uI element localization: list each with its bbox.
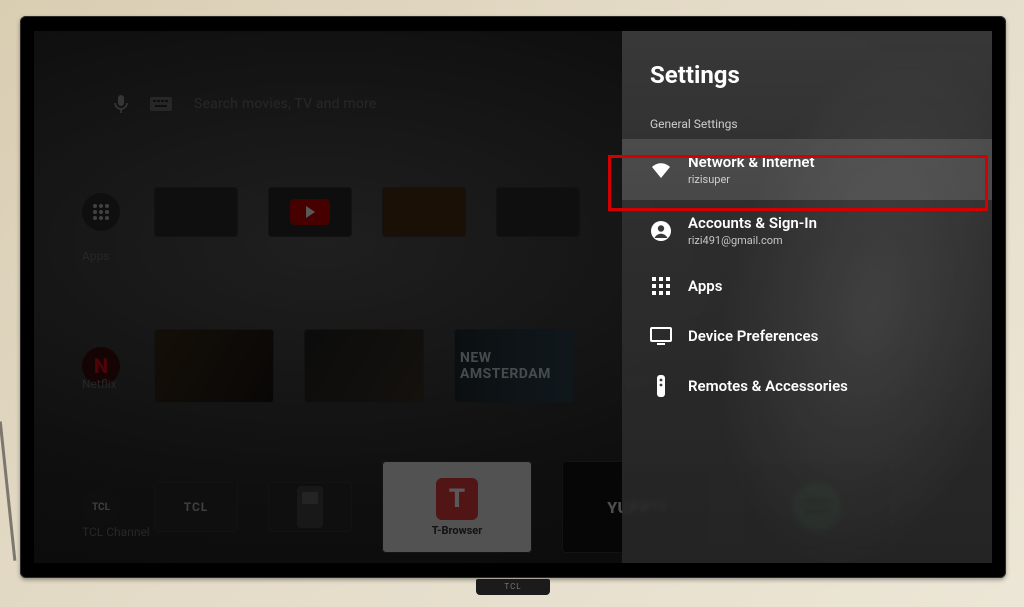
tv-screen: Search movies, TV and more YouTube Apps … [34,31,992,563]
home-row-netflix: NEW AMSTERDAM [82,329,574,403]
wifi-icon [650,159,672,181]
settings-item-apps[interactable]: Apps [622,261,992,311]
app-tile-phone[interactable] [268,482,352,532]
settings-title: Settings [622,61,992,107]
app-tile-generic-3[interactable] [496,187,580,237]
tbrowser-mark: T [436,478,478,520]
settings-item-label: Remotes & Accessories [688,377,848,395]
settings-item-sub: rizisuper [688,173,815,186]
app-tile-tbrowser[interactable]: T T-Browser [382,461,532,553]
app-tile-generic-1[interactable] [154,187,238,237]
settings-item-accounts[interactable]: Accounts & Sign-In rizi491@gmail.com [622,200,992,261]
tcl-tile-label: TCL [184,500,209,514]
keyboard-icon[interactable] [150,97,172,111]
app-tile-youtube[interactable]: YouTube [268,187,352,237]
tbrowser-label: T-Browser [432,524,483,537]
app-tile-tcl[interactable]: TCL [154,482,238,532]
account-icon [650,220,672,242]
youtube-label: YouTube [268,239,352,249]
settings-item-label: Network & Internet [688,153,815,171]
tv-brand-badge: TCL [476,579,550,595]
settings-item-sub: rizi491@gmail.com [688,234,817,247]
settings-item-label: Accounts & Sign-In [688,214,817,232]
apps-row-icon[interactable] [82,193,120,231]
settings-item-device-prefs[interactable]: Device Preferences [622,311,992,361]
settings-panel: Settings General Settings Network & Inte… [622,31,992,563]
settings-section-label: General Settings [622,107,992,139]
settings-item-label: Device Preferences [688,327,818,345]
tcl-row-icon[interactable]: TCL [82,488,120,526]
content-poster-1[interactable] [154,329,274,403]
settings-item-remotes[interactable]: Remotes & Accessories [622,361,992,411]
settings-item-network[interactable]: Network & Internet rizisuper [622,139,992,200]
search-placeholder[interactable]: Search movies, TV and more [194,96,377,112]
row-label-apps: Apps [82,249,110,263]
settings-item-label: Apps [688,277,722,295]
tv-frame: TCL Search movies, TV and more YouTube [20,16,1006,578]
content-poster-new-amsterdam[interactable]: NEW AMSTERDAM [454,329,574,403]
mic-icon[interactable] [114,95,128,113]
apps-grid-icon [650,275,672,297]
home-row-apps: YouTube [82,187,580,237]
row-label-tcl: TCL Channel [82,525,150,539]
tv-icon [650,325,672,347]
app-tile-generic-2[interactable] [382,187,466,237]
row-label-netflix: Netflix [82,377,117,391]
remote-icon [650,375,672,397]
new-amsterdam-title: NEW AMSTERDAM [460,350,568,382]
top-search-bar: Search movies, TV and more [114,89,562,119]
content-poster-2[interactable] [304,329,424,403]
